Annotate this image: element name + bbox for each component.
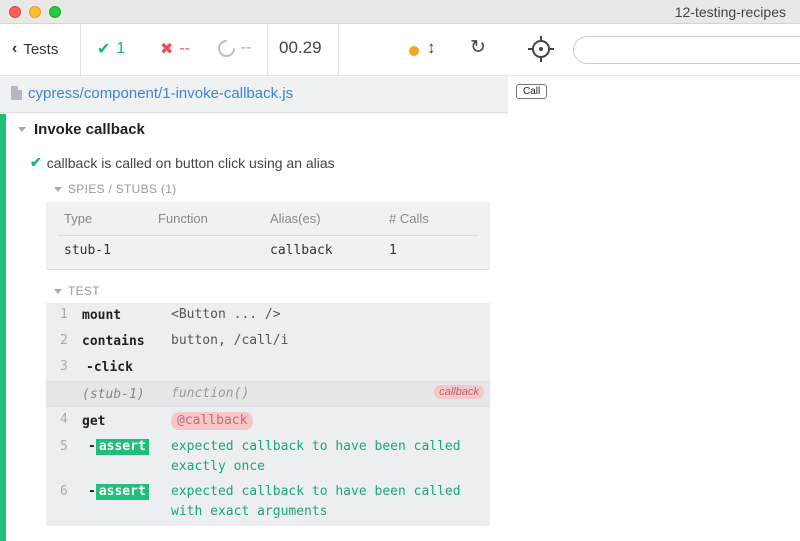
- command-row[interactable]: 5 - assert expected callback to have been…: [46, 435, 490, 479]
- assert-command: - assert: [88, 484, 149, 500]
- stub-call-row[interactable]: (stub-1) function() callback: [46, 381, 490, 407]
- assert-prefix: -: [88, 439, 96, 454]
- duration: 00.29: [279, 38, 322, 57]
- collapse-triangle-icon: [54, 186, 62, 192]
- passed-value: 1: [116, 40, 126, 57]
- command-number: 5: [60, 439, 68, 454]
- rerun-tests-icon[interactable]: ↻: [470, 36, 486, 59]
- suite-title-text: Invoke callback: [34, 121, 145, 138]
- suite-title[interactable]: Invoke callback: [18, 121, 145, 138]
- command-log: 1 mount <Button ... /> 2 contains button…: [46, 303, 490, 526]
- column-header: Type: [64, 211, 93, 226]
- divider: [267, 24, 268, 76]
- command-name: mount: [82, 308, 122, 323]
- command-row[interactable]: 4 get @callback: [46, 407, 490, 435]
- tests-label: Tests: [23, 40, 59, 58]
- spies-section-header[interactable]: SPIES / STUBS (1): [54, 182, 176, 196]
- app-preview-panel: Call: [509, 24, 800, 541]
- zoom-window-button[interactable]: [49, 6, 61, 18]
- assert-tag: assert: [95, 484, 149, 500]
- command-number: 4: [60, 412, 68, 427]
- check-icon: ✔: [30, 154, 42, 170]
- command-row[interactable]: 3 -click: [46, 355, 490, 381]
- minimize-window-button[interactable]: [29, 6, 41, 18]
- column-header: Alias(es): [270, 211, 321, 226]
- message-line: expected callback to have been called: [171, 484, 461, 499]
- command-message: function(): [171, 386, 250, 401]
- window-title: 12-testing-recipes: [674, 4, 786, 20]
- alias-badge: callback: [434, 385, 484, 399]
- chevron-left-icon: ‹: [12, 40, 18, 57]
- column-header: # Calls: [389, 211, 429, 226]
- divider: [338, 24, 339, 76]
- assert-command: - assert: [88, 439, 149, 455]
- spies-table: Type Function Alias(es) # Calls stub-1 c…: [46, 202, 490, 270]
- pending-ring-icon: [214, 35, 239, 61]
- message-line: with exact arguments: [171, 504, 328, 519]
- command-name: contains: [82, 334, 145, 349]
- close-window-button[interactable]: [9, 6, 21, 18]
- stats-bar: ‹ Tests ✔ 1 ✖ -- -- 00.29 ↕ ↻: [0, 24, 508, 76]
- passed-count: ✔ 1: [97, 39, 125, 59]
- test-header-text: TEST: [68, 284, 100, 298]
- command-message: button, /call/i: [171, 333, 289, 348]
- spies-header-text: SPIES / STUBS (1): [68, 182, 177, 196]
- collapse-triangle-icon: [54, 288, 62, 294]
- aut-toolbar: [509, 24, 800, 76]
- window-titlebar: 12-testing-recipes: [0, 0, 800, 24]
- url-input[interactable]: [573, 36, 800, 64]
- command-row[interactable]: 6 - assert expected callback to have been…: [46, 480, 490, 526]
- command-number: 6: [60, 484, 68, 499]
- x-icon: ✖: [160, 41, 174, 58]
- call-button[interactable]: Call: [516, 84, 548, 99]
- test-title-text: callback is called on button click using…: [46, 154, 335, 171]
- alias-pill: @callback: [171, 412, 254, 430]
- pending-value: --: [241, 39, 252, 56]
- table-cell: 1: [389, 243, 397, 258]
- message-line: exactly once: [171, 459, 265, 474]
- assert-tag: assert: [95, 439, 149, 455]
- test-title[interactable]: ✔ callback is called on button click usi…: [30, 154, 335, 171]
- command-message: expected callback to have been called exa…: [171, 437, 461, 477]
- table-cell: stub-1: [64, 243, 111, 258]
- spec-path-link[interactable]: cypress/component/1-invoke-callback.js: [28, 85, 293, 102]
- column-header: Function: [158, 211, 208, 226]
- reporter-panel: ‹ Tests ✔ 1 ✖ -- -- 00.29 ↕ ↻ cypress/co…: [0, 24, 508, 541]
- message-line: expected callback to have been called: [171, 439, 461, 454]
- divider: [58, 235, 478, 236]
- pending-count: --: [214, 35, 252, 61]
- running-status-dot: [409, 46, 419, 56]
- command-row[interactable]: 1 mount <Button ... />: [46, 303, 490, 329]
- command-name: (stub-1): [82, 387, 145, 402]
- suite-status-bar: [0, 114, 6, 541]
- command-row[interactable]: 2 contains button, /call/i: [46, 329, 490, 355]
- assert-prefix: -: [88, 484, 96, 499]
- command-number: 2: [60, 333, 68, 348]
- command-message: @callback: [171, 411, 254, 431]
- tests-back-button[interactable]: ‹ Tests: [12, 40, 58, 58]
- command-name: get: [82, 414, 106, 429]
- command-message: <Button ... />: [171, 307, 281, 322]
- table-cell: callback: [270, 243, 333, 258]
- auto-scroll-toggle-icon[interactable]: ↕: [427, 38, 436, 58]
- command-message: expected callback to have been called wit…: [171, 482, 461, 522]
- failed-count: ✖ --: [160, 39, 190, 59]
- command-name: -click: [86, 360, 133, 375]
- file-icon: [11, 86, 22, 100]
- collapse-triangle-icon: [18, 127, 26, 132]
- check-icon: ✔: [97, 41, 111, 58]
- spec-bar: cypress/component/1-invoke-callback.js: [0, 77, 508, 113]
- suite-container: Invoke callback ✔ callback is called on …: [0, 114, 508, 541]
- selector-playground-icon[interactable]: [528, 36, 554, 62]
- test-section-header[interactable]: TEST: [54, 284, 100, 298]
- failed-value: --: [179, 40, 191, 57]
- divider: [80, 24, 81, 76]
- command-number: 1: [60, 307, 68, 322]
- command-number: 3: [60, 359, 68, 374]
